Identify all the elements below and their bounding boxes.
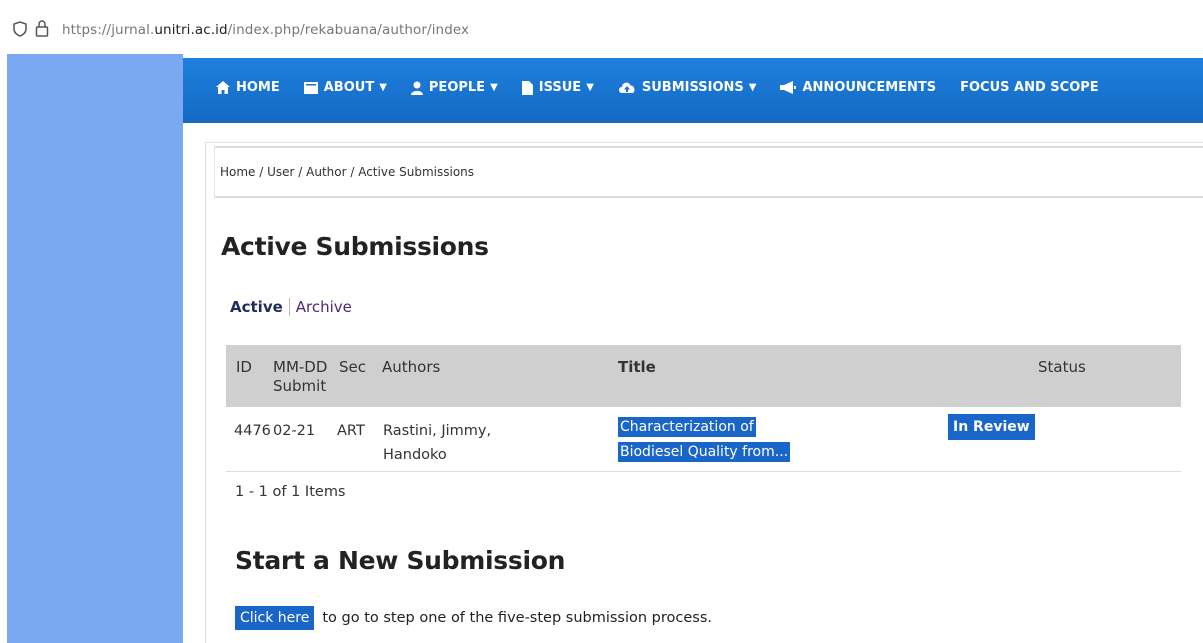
new-submission-title: Start a New Submission	[235, 546, 566, 575]
new-submission-line: Click here to go to step one of the five…	[235, 606, 712, 630]
nav-people-label: PEOPLE	[428, 80, 486, 95]
submission-title-link[interactable]: Characterization of Biodiesel Quality fr…	[618, 415, 799, 465]
click-here-link[interactable]: Click here	[235, 606, 315, 630]
table-header-row: ID MM-DD Submit Sec Authors Title Status	[226, 345, 1181, 407]
nav-issue-label: ISSUE	[538, 80, 582, 95]
chevron-down-icon: ▼	[748, 82, 757, 93]
header-sec[interactable]: Sec	[339, 358, 366, 377]
main-navbar: HOME ABOUT ▼ PEOPLE ▼ ISSUE ▼ SUBMISSION…	[183, 58, 1203, 123]
tab-divider	[288, 298, 290, 316]
nav-about[interactable]: ABOUT ▼	[303, 80, 387, 95]
nav-about-label: ABOUT	[323, 80, 375, 95]
megaphone-icon	[780, 81, 797, 94]
table-row: 4476 02-21 ART Rastini, Jimmy, Handoko C…	[226, 407, 1181, 472]
journal-page: HOME ABOUT ▼ PEOPLE ▼ ISSUE ▼ SUBMISSION…	[183, 54, 1203, 643]
url-text[interactable]: https://jurnal.unitri.ac.id/index.php/re…	[62, 22, 469, 38]
header-title[interactable]: Title	[618, 358, 656, 377]
chevron-down-icon: ▼	[490, 82, 498, 93]
header-status[interactable]: Status	[1038, 358, 1086, 377]
cell-sec: ART	[337, 423, 365, 439]
nav-people[interactable]: PEOPLE ▼	[410, 80, 498, 95]
user-icon	[410, 81, 423, 95]
status-link[interactable]: In Review	[948, 414, 1035, 440]
cell-authors-line2: Handoko	[383, 447, 447, 463]
shield-icon[interactable]	[13, 21, 27, 37]
nav-announcements[interactable]: ANNOUNCEMENTS	[780, 80, 936, 95]
nav-focus-and-scope[interactable]: FOCUS AND SCOPE	[960, 80, 1099, 95]
url-path: /index.php/rekabuana/author/index	[227, 22, 470, 38]
left-side-panel	[7, 54, 183, 643]
header-date-line1: MM-DD	[273, 358, 328, 376]
cell-authors: Rastini, Jimmy, Handoko	[383, 419, 491, 467]
chevron-down-icon: ▼	[586, 82, 594, 93]
header-id[interactable]: ID	[236, 358, 252, 377]
home-icon	[216, 81, 230, 94]
book-icon	[303, 81, 318, 94]
nav-focus-and-scope-label: FOCUS AND SCOPE	[960, 80, 1099, 95]
chevron-down-icon: ▼	[379, 82, 387, 93]
new-submission-text: to go to step one of the five-step submi…	[322, 610, 713, 626]
cell-authors-line1: Rastini, Jimmy,	[383, 423, 492, 439]
lock-icon[interactable]	[35, 19, 49, 37]
url-prefix: https://jurnal.	[62, 22, 155, 38]
nav-announcements-label: ANNOUNCEMENTS	[802, 80, 937, 95]
file-icon	[521, 80, 533, 95]
upload-cloud-icon	[618, 81, 636, 94]
pagination-info: 1 - 1 of 1 Items	[235, 484, 346, 500]
header-authors[interactable]: Authors	[382, 358, 440, 377]
nav-submissions[interactable]: SUBMISSIONS ▼	[618, 80, 757, 95]
header-date-line2: Submit	[273, 377, 327, 395]
url-domain: unitri.ac.id	[154, 22, 228, 38]
page-title: Active Submissions	[221, 232, 489, 261]
nav-home[interactable]: HOME	[216, 80, 280, 95]
nav-submissions-label: SUBMISSIONS	[641, 80, 744, 95]
cell-date: 02-21	[273, 423, 316, 439]
cell-id: 4476	[234, 423, 271, 439]
nav-issue[interactable]: ISSUE ▼	[521, 80, 594, 95]
submission-title-text: Characterization of Biodiesel Quality fr…	[618, 417, 791, 462]
tab-active[interactable]: Active	[230, 298, 283, 316]
submission-tabs: Active Archive	[230, 298, 352, 316]
tab-archive[interactable]: Archive	[296, 298, 352, 316]
browser-address-bar[interactable]: https://jurnal.unitri.ac.id/index.php/re…	[0, 0, 1203, 54]
nav-home-label: HOME	[236, 80, 280, 95]
breadcrumb[interactable]: Home / User / Author / Active Submission…	[220, 165, 474, 179]
header-date[interactable]: MM-DD Submit	[273, 358, 327, 396]
